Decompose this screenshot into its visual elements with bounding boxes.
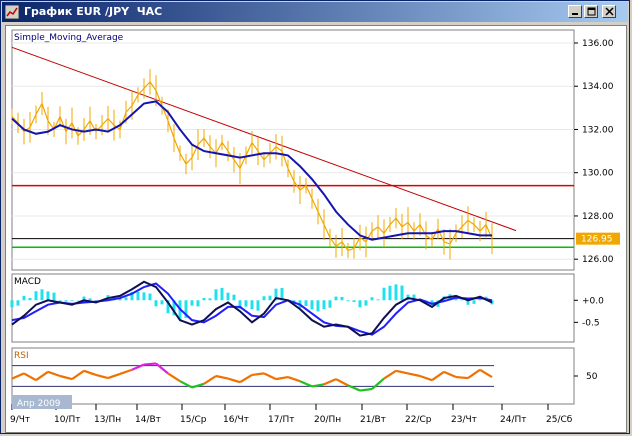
period-label: Апр 2009 <box>17 399 61 409</box>
time-axis: 9/Чт 10/Пт 13/Пн 14/Вт 15/Ср 16/Чт 17/Пт 20/Пн 2… <box>10 404 573 425</box>
rsi-segment <box>143 362 157 366</box>
price-panel: Simple_Moving_Average 136.00 134.00 132.00… <box>11 29 620 271</box>
time-tick-label: 17/Пт <box>268 415 295 425</box>
price-axis-ticks: 136.00 134.00 132.00 130.00 128.00 126.00 <box>574 39 614 265</box>
price-panel-title: Simple_Moving_Average <box>14 33 124 43</box>
price-tick-label: 130.00 <box>582 169 614 179</box>
time-tick-label: 22/Ср <box>405 415 432 425</box>
minimize-icon <box>572 13 578 15</box>
rsi-segment <box>455 375 469 380</box>
time-tick-label: 25/Сб <box>546 415 573 425</box>
rsi-panel: RSI 50 <box>11 347 598 405</box>
rsi-segment <box>251 372 265 377</box>
current-price-value: 126.95 <box>581 235 613 245</box>
macd-panel-frame <box>11 273 575 343</box>
time-tick-label: 24/Пт <box>500 415 527 425</box>
price-tick-label: 134.00 <box>582 82 614 92</box>
rsi-panel-title: RSI <box>14 351 29 361</box>
price-tick-label: 132.00 <box>582 125 614 135</box>
time-tick-label: 13/Пн <box>94 415 121 425</box>
price-tick-label: 126.00 <box>582 255 614 265</box>
close-button[interactable] <box>602 5 616 18</box>
restore-icon <box>587 7 596 16</box>
time-tick-label: 21/Вт <box>360 415 386 425</box>
chart-icon <box>5 5 19 19</box>
macd-panel: MACD +0.0 -0.5 <box>10 273 604 343</box>
macd-panel-title: MACD <box>14 277 41 287</box>
chart-window[interactable]: График EUR /JPY ЧАС Simple_Moving_Averag… <box>0 0 630 434</box>
close-icon <box>605 7 614 16</box>
time-tick-label: 9/Чт <box>10 415 30 425</box>
time-tick-label: 10/Пт <box>54 415 81 425</box>
macd-tick-label: +0.0 <box>582 296 604 306</box>
rsi-segment <box>359 387 373 392</box>
price-tick-label: 128.00 <box>582 212 614 222</box>
minimize-button[interactable] <box>568 5 582 18</box>
title-bar[interactable]: График EUR /JPY ЧАС <box>2 2 628 22</box>
rsi-tick-label: 50 <box>586 372 598 382</box>
time-tick-label: 15/Ср <box>180 415 207 425</box>
price-tick-label: 136.00 <box>582 39 614 49</box>
restore-button[interactable] <box>584 5 598 18</box>
macd-axis-ticks: +0.0 -0.5 <box>574 296 604 328</box>
window-title: График EUR /JPY ЧАС <box>24 5 163 18</box>
time-tick-label: 20/Пн <box>314 415 341 425</box>
time-tick-label: 16/Чт <box>223 415 249 425</box>
macd-tick-label: -0.5 <box>582 318 600 328</box>
chart-svg[interactable]: Simple_Moving_Average 136.00 134.00 132.00… <box>6 26 626 432</box>
time-tick-label: 23/Чт <box>451 415 477 425</box>
time-tick-label: 14/Вт <box>135 415 161 425</box>
chart-canvas[interactable]: Simple_Moving_Average 136.00 134.00 132.00… <box>5 25 627 433</box>
rsi-axis-ticks: 50 <box>574 372 598 382</box>
